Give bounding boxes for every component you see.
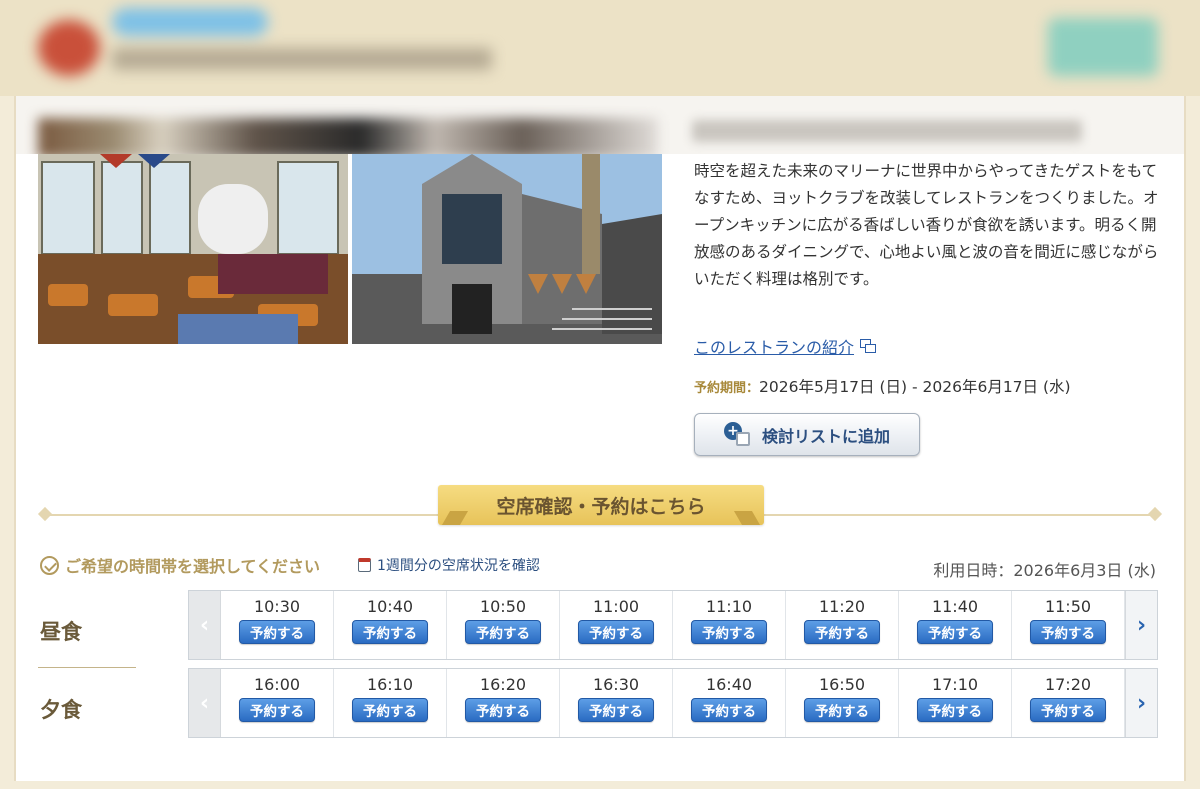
reserve-button[interactable]: 予約する <box>239 698 315 722</box>
use-date: 利用日時：2026年6月3日 (水) <box>933 561 1156 580</box>
meal-separator <box>38 667 136 668</box>
reserve-button[interactable]: 予約する <box>578 620 654 644</box>
chevron-left-icon: ‹ <box>199 612 210 638</box>
slot-time: 16:40 <box>705 675 753 694</box>
restaurant-description: 時空を超えた未来のマリーナに世界中からやってきたゲストをもてなすため、ヨットクラ… <box>694 162 1159 288</box>
availability-section-title: 空席確認・予約はこちら <box>438 485 764 525</box>
slot-time: 16:10 <box>366 675 414 694</box>
time-slot: 17:10 予約する <box>899 669 1012 737</box>
time-slot: 11:20 予約する <box>786 591 899 659</box>
divider-ornament-right <box>1147 506 1163 522</box>
time-slot: 11:50 予約する <box>1012 591 1125 659</box>
new-window-icon <box>860 339 877 353</box>
site-header <box>0 0 1200 96</box>
blurred-banner <box>16 96 1184 154</box>
slot-time: 11:40 <box>931 597 979 616</box>
slot-time: 11:20 <box>818 597 866 616</box>
meal-label-dinner: 夕食 <box>40 698 82 722</box>
weekly-availability-link[interactable]: 1週間分の空席状況を確認 <box>358 555 540 575</box>
dinner-next-button[interactable]: › <box>1125 669 1157 737</box>
add-to-list-button[interactable]: + 検討リストに追加 <box>694 413 920 456</box>
calendar-icon <box>358 558 371 572</box>
time-slot: 11:00 予約する <box>560 591 673 659</box>
reserve-button[interactable]: 予約する <box>465 698 541 722</box>
time-slot: 16:00 予約する <box>221 669 334 737</box>
reserve-button[interactable]: 予約する <box>917 698 993 722</box>
slot-time: 16:20 <box>479 675 527 694</box>
restaurant-card: 時空を超えた未来のマリーナに世界中からやってきたゲストをもてなすため、ヨットクラ… <box>14 96 1186 781</box>
reserve-button[interactable]: 予約する <box>691 698 767 722</box>
slot-time: 10:30 <box>253 597 301 616</box>
divider-ornament-left <box>37 506 53 522</box>
period-label: 予約期間： <box>694 381 760 396</box>
slot-time: 11:00 <box>592 597 640 616</box>
slot-time: 10:50 <box>479 597 527 616</box>
reserve-button[interactable]: 予約する <box>917 620 993 644</box>
dinner-prev-button[interactable]: ‹ <box>189 669 221 737</box>
reserve-button[interactable]: 予約する <box>239 620 315 644</box>
slot-time: 16:00 <box>253 675 301 694</box>
time-slot: 16:10 予約する <box>334 669 447 737</box>
time-slot: 16:20 予約する <box>447 669 560 737</box>
lunch-prev-button[interactable]: ‹ <box>189 591 221 659</box>
choose-time-text: ご希望の時間帯を選択してください <box>65 557 321 576</box>
reserve-button[interactable]: 予約する <box>1030 620 1106 644</box>
slot-time: 11:10 <box>705 597 753 616</box>
reserve-button[interactable]: 予約する <box>465 620 541 644</box>
header-badge <box>112 8 268 36</box>
reserve-button[interactable]: 予約する <box>578 698 654 722</box>
restaurant-intro-link[interactable]: このレストランの紹介 <box>694 334 877 358</box>
reserve-button[interactable]: 予約する <box>804 620 880 644</box>
time-slot: 16:40 予約する <box>673 669 786 737</box>
check-circle-icon <box>40 555 59 575</box>
reserve-button[interactable]: 予約する <box>1030 698 1106 722</box>
chevron-left-icon: ‹ <box>199 690 210 716</box>
slot-time: 16:50 <box>818 675 866 694</box>
restaurant-exterior-photo <box>352 154 662 344</box>
time-slot: 16:50 予約する <box>786 669 899 737</box>
reserve-button[interactable]: 予約する <box>352 620 428 644</box>
slot-time: 17:20 <box>1044 675 1092 694</box>
lunch-next-button[interactable]: › <box>1125 591 1157 659</box>
header-title <box>112 48 492 70</box>
section-title-text: 空席確認・予約はこちら <box>496 495 706 518</box>
choose-time-heading: ご希望の時間帯を選択してください <box>40 553 320 577</box>
dinner-time-slots: ‹ 16:00 予約する 16:10 予約する 16:20 予約する 16:30 予約す… <box>188 668 1158 738</box>
time-slot: 11:10 予約する <box>673 591 786 659</box>
add-list-label: 検討リストに追加 <box>761 426 890 446</box>
time-slot: 16:30 予約する <box>560 669 673 737</box>
chevron-right-icon: › <box>1136 690 1147 716</box>
restaurant-interior-photo <box>38 154 348 344</box>
slot-time: 10:40 <box>366 597 414 616</box>
reserve-button[interactable]: 予約する <box>691 620 767 644</box>
add-list-icon: + <box>723 421 754 448</box>
lunch-time-slots: ‹ 10:30 予約する 10:40 予約する 10:50 予約する 11:00 予約す… <box>188 590 1158 660</box>
time-slot: 10:50 予約する <box>447 591 560 659</box>
reserve-button[interactable]: 予約する <box>352 698 428 722</box>
time-slot: 10:30 予約する <box>221 591 334 659</box>
weekly-link-label: 1週間分の空席状況を確認 <box>377 558 540 574</box>
intro-link-label: このレストランの紹介 <box>694 338 855 357</box>
time-slot: 10:40 予約する <box>334 591 447 659</box>
meal-label-lunch: 昼食 <box>40 620 82 644</box>
chevron-right-icon: › <box>1136 612 1147 638</box>
time-slot: 17:20 予約する <box>1012 669 1125 737</box>
time-slot: 11:40 予約する <box>899 591 1012 659</box>
site-logo <box>38 20 100 76</box>
period-value: 2026年5月17日 (日) - 2026年6月17日 (水) <box>759 378 1071 396</box>
slot-time: 16:30 <box>592 675 640 694</box>
slot-time: 11:50 <box>1044 597 1092 616</box>
slot-time: 17:10 <box>931 675 979 694</box>
header-illustration <box>1048 18 1158 76</box>
reserve-button[interactable]: 予約する <box>804 698 880 722</box>
reservation-period: 予約期間：2026年5月17日 (日) - 2026年6月17日 (水) <box>694 375 1071 397</box>
